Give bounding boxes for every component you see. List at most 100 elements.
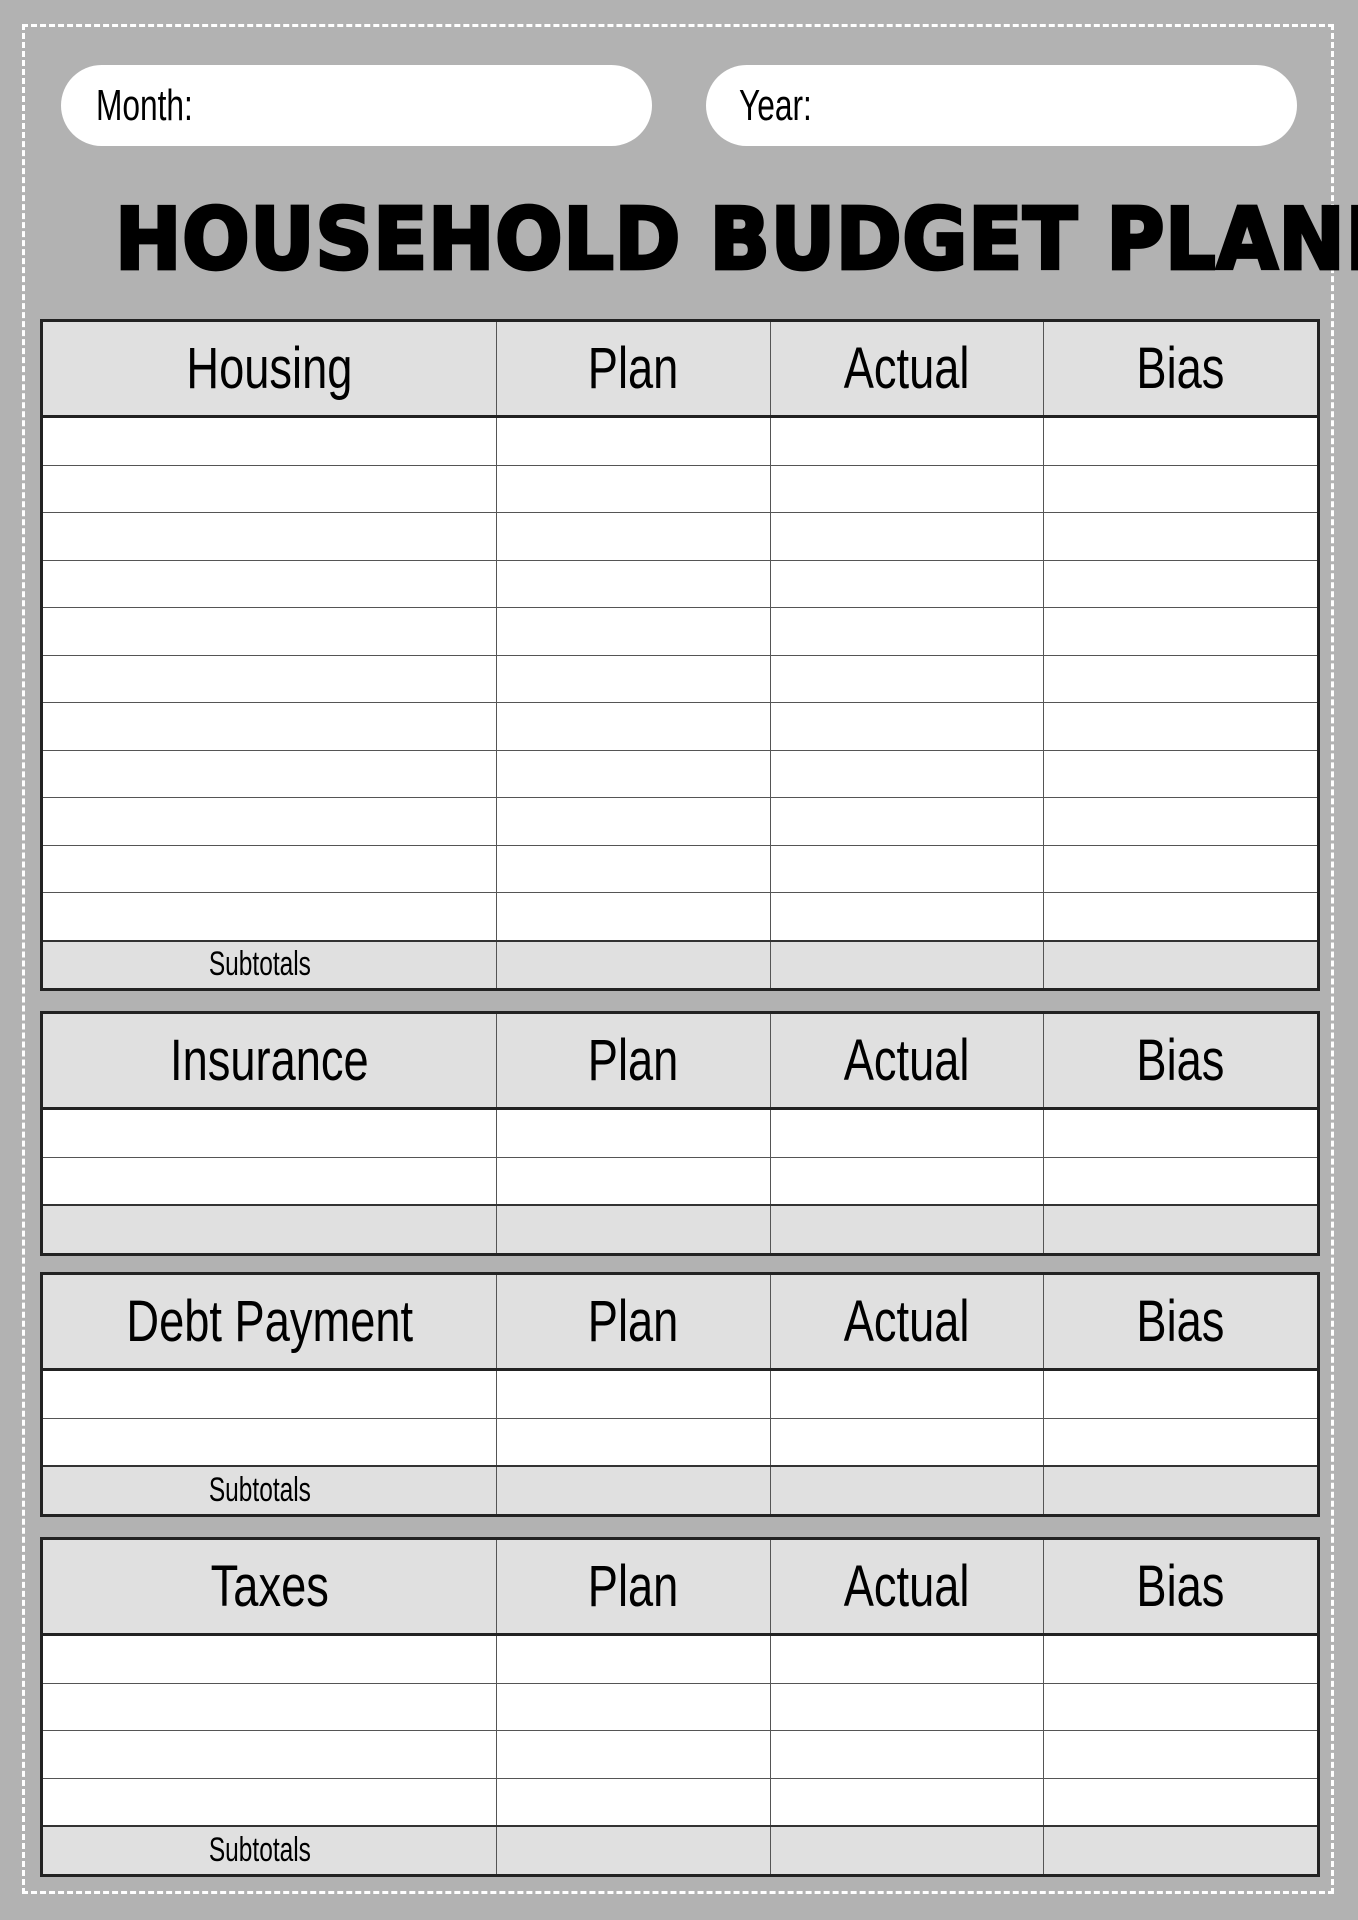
subtotal-bias-cell[interactable] bbox=[1043, 1465, 1319, 1515]
plan-cell[interactable] bbox=[496, 892, 771, 941]
item-cell[interactable] bbox=[41, 1682, 497, 1731]
plan-cell[interactable] bbox=[496, 416, 771, 465]
item-cell[interactable] bbox=[41, 797, 497, 845]
bias-cell[interactable] bbox=[1043, 559, 1319, 608]
column-header-label: Plan bbox=[588, 336, 679, 401]
subtotal-actual-cell[interactable] bbox=[770, 1465, 1044, 1515]
plan-cell[interactable] bbox=[496, 1369, 771, 1418]
bias-cell[interactable] bbox=[1043, 416, 1319, 465]
plan-cell[interactable] bbox=[496, 607, 771, 655]
bias-cell[interactable] bbox=[1043, 1777, 1319, 1826]
plan-cell[interactable] bbox=[496, 559, 771, 608]
plan-cell[interactable] bbox=[496, 1108, 771, 1157]
plan-cell[interactable] bbox=[496, 1156, 771, 1205]
actual-cell[interactable] bbox=[770, 844, 1044, 893]
plan-cell[interactable] bbox=[496, 1730, 771, 1778]
subtotal-actual-cell[interactable] bbox=[770, 939, 1044, 990]
subtotal-plan-cell[interactable] bbox=[496, 939, 771, 990]
subtotal-plan-cell[interactable] bbox=[496, 1204, 771, 1254]
subtotal-label-cell bbox=[41, 1204, 497, 1254]
subtotal-actual-cell[interactable] bbox=[770, 1825, 1044, 1875]
actual-cell[interactable] bbox=[770, 1777, 1044, 1826]
item-cell[interactable] bbox=[41, 749, 497, 798]
actual-cell[interactable] bbox=[770, 797, 1044, 845]
item-cell[interactable] bbox=[41, 512, 497, 560]
item-cell[interactable] bbox=[41, 1369, 497, 1418]
column-header-bias: Bias bbox=[1043, 320, 1319, 418]
column-header-actual: Actual bbox=[770, 1273, 1044, 1371]
plan-cell[interactable] bbox=[496, 1682, 771, 1731]
section-title: Housing bbox=[186, 336, 353, 401]
subtotal-bias-cell[interactable] bbox=[1043, 939, 1319, 990]
plan-cell[interactable] bbox=[496, 702, 771, 750]
bias-cell[interactable] bbox=[1043, 1369, 1319, 1418]
bias-cell[interactable] bbox=[1043, 702, 1319, 750]
item-cell[interactable] bbox=[41, 702, 497, 750]
bias-cell[interactable] bbox=[1043, 1156, 1319, 1205]
actual-cell[interactable] bbox=[770, 416, 1044, 465]
plan-cell[interactable] bbox=[496, 844, 771, 893]
plan-cell[interactable] bbox=[496, 1777, 771, 1826]
year-field[interactable]: Year: bbox=[706, 65, 1297, 146]
subtotal-bias-cell[interactable] bbox=[1043, 1825, 1319, 1875]
subtotal-bias-cell[interactable] bbox=[1043, 1204, 1319, 1254]
bias-cell[interactable] bbox=[1043, 892, 1319, 941]
plan-cell[interactable] bbox=[496, 512, 771, 560]
actual-cell[interactable] bbox=[770, 607, 1044, 655]
plan-cell[interactable] bbox=[496, 654, 771, 703]
bias-cell[interactable] bbox=[1043, 749, 1319, 798]
actual-cell[interactable] bbox=[770, 1108, 1044, 1157]
actual-cell[interactable] bbox=[770, 749, 1044, 798]
item-cell[interactable] bbox=[41, 654, 497, 703]
bias-cell[interactable] bbox=[1043, 654, 1319, 703]
item-cell[interactable] bbox=[41, 1417, 497, 1466]
actual-cell[interactable] bbox=[770, 559, 1044, 608]
item-cell[interactable] bbox=[41, 416, 497, 465]
bias-cell[interactable] bbox=[1043, 1417, 1319, 1466]
item-cell[interactable] bbox=[41, 1634, 497, 1683]
month-input[interactable] bbox=[200, 74, 670, 137]
subtotal-plan-cell[interactable] bbox=[496, 1465, 771, 1515]
item-cell[interactable] bbox=[41, 892, 497, 941]
item-cell[interactable] bbox=[41, 464, 497, 513]
table-row bbox=[41, 1634, 1319, 1683]
actual-cell[interactable] bbox=[770, 654, 1044, 703]
bias-cell[interactable] bbox=[1043, 607, 1319, 655]
item-cell[interactable] bbox=[41, 1777, 497, 1826]
bias-cell[interactable] bbox=[1043, 1108, 1319, 1157]
actual-cell[interactable] bbox=[770, 512, 1044, 560]
plan-cell[interactable] bbox=[496, 464, 771, 513]
bias-cell[interactable] bbox=[1043, 1730, 1319, 1778]
actual-cell[interactable] bbox=[770, 464, 1044, 513]
item-cell[interactable] bbox=[41, 1156, 497, 1205]
year-input[interactable] bbox=[810, 74, 1297, 137]
actual-cell[interactable] bbox=[770, 1417, 1044, 1466]
actual-cell[interactable] bbox=[770, 892, 1044, 941]
actual-cell[interactable] bbox=[770, 702, 1044, 750]
plan-cell[interactable] bbox=[496, 749, 771, 798]
actual-cell[interactable] bbox=[770, 1634, 1044, 1683]
bias-cell[interactable] bbox=[1043, 464, 1319, 513]
actual-cell[interactable] bbox=[770, 1369, 1044, 1418]
item-cell[interactable] bbox=[41, 1730, 497, 1778]
plan-cell[interactable] bbox=[496, 797, 771, 845]
bias-cell[interactable] bbox=[1043, 844, 1319, 893]
plan-cell[interactable] bbox=[496, 1417, 771, 1466]
item-cell[interactable] bbox=[41, 844, 497, 893]
column-header-label: Plan bbox=[588, 1554, 679, 1619]
subtotal-actual-cell[interactable] bbox=[770, 1204, 1044, 1254]
bias-cell[interactable] bbox=[1043, 1682, 1319, 1731]
item-cell[interactable] bbox=[41, 559, 497, 608]
table-header-row: Insurance Plan Actual Bias bbox=[41, 1012, 1319, 1110]
item-cell[interactable] bbox=[41, 1108, 497, 1157]
bias-cell[interactable] bbox=[1043, 1634, 1319, 1683]
bias-cell[interactable] bbox=[1043, 512, 1319, 560]
actual-cell[interactable] bbox=[770, 1156, 1044, 1205]
month-field[interactable]: Month: bbox=[61, 65, 670, 146]
item-cell[interactable] bbox=[41, 607, 497, 655]
plan-cell[interactable] bbox=[496, 1634, 771, 1683]
subtotal-plan-cell[interactable] bbox=[496, 1825, 771, 1875]
actual-cell[interactable] bbox=[770, 1682, 1044, 1731]
bias-cell[interactable] bbox=[1043, 797, 1319, 845]
actual-cell[interactable] bbox=[770, 1730, 1044, 1778]
